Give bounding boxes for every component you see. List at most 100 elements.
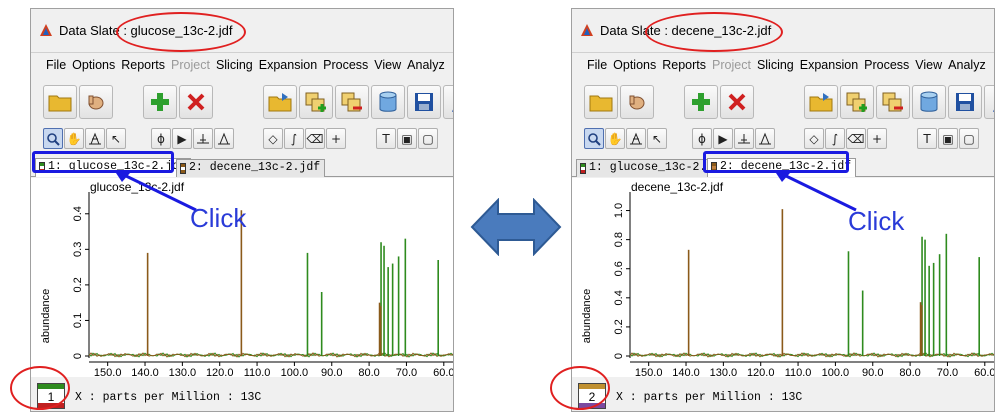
overlay-remove-icon: [882, 92, 903, 112]
menu-project: Project: [712, 58, 751, 72]
person-button[interactable]: [984, 85, 994, 119]
menu-expansion[interactable]: Expansion: [797, 53, 861, 77]
y-axis-label: abundance: [40, 289, 52, 343]
layout-icon: ▢: [963, 131, 975, 146]
integral-tool-button[interactable]: ∫: [284, 128, 304, 149]
delete-button[interactable]: [179, 85, 213, 119]
pointer-tool-button[interactable]: ↖: [647, 128, 667, 149]
save-button[interactable]: [407, 85, 441, 119]
add-button[interactable]: [684, 85, 718, 119]
hand-button[interactable]: [79, 85, 113, 119]
integral-peak-tool-button[interactable]: [755, 128, 775, 149]
menu-project: Project: [171, 58, 210, 72]
menu-reports[interactable]: Reports: [659, 53, 709, 77]
phase-tool-button[interactable]: ϕ: [692, 128, 712, 149]
cylinder-icon: [379, 91, 397, 112]
eraser-icon: ⌫: [847, 131, 865, 146]
x-axis-unit-label: X : parts per Million : 13C: [616, 391, 803, 404]
menu-file[interactable]: File: [584, 53, 610, 77]
integral-peak-tool-button[interactable]: [214, 128, 234, 149]
layout-tool-button[interactable]: ▢: [959, 128, 979, 149]
main-toolbar: [572, 79, 994, 123]
open-file-icon: [268, 93, 292, 112]
person-icon: [993, 109, 994, 112]
pan-tool-button[interactable]: ✋: [605, 128, 625, 149]
pointer-tool-button[interactable]: ↖: [106, 128, 126, 149]
diamond-tool-button[interactable]: ◇: [804, 128, 824, 149]
zoom-tool-button[interactable]: [584, 128, 604, 149]
phase-tool-button[interactable]: ϕ: [151, 128, 171, 149]
layout-icon: ▢: [422, 131, 434, 146]
eraser-tool-button[interactable]: ⌫: [846, 128, 866, 149]
menu-view[interactable]: View: [371, 53, 404, 77]
menu-process[interactable]: Process: [861, 53, 912, 77]
baseline-tool-button[interactable]: [193, 128, 213, 149]
eraser-tool-button[interactable]: ⌫: [305, 128, 325, 149]
title-bar: Data Slate : decene_13c-2.jdf: [572, 9, 994, 53]
zoom-icon: [47, 132, 60, 146]
baseline-tool-button[interactable]: [734, 128, 754, 149]
open-file-button[interactable]: [804, 85, 838, 119]
person-button[interactable]: [443, 85, 453, 119]
delete-icon: [187, 93, 205, 111]
diamond-tool-button[interactable]: ◇: [263, 128, 283, 149]
title-highlight-ellipse: [116, 12, 246, 52]
slot-highlight-ellipse: [10, 366, 70, 410]
peak-pick-tool-button[interactable]: [85, 128, 105, 149]
crosshair-tool-button[interactable]: +: [326, 128, 346, 149]
cylinder-button[interactable]: [371, 85, 405, 119]
open-file-button[interactable]: [263, 85, 297, 119]
menu-analyze[interactable]: Analyz: [945, 53, 989, 77]
add-button[interactable]: [143, 85, 177, 119]
add-icon: [151, 93, 169, 111]
text-tool-button[interactable]: T: [917, 128, 937, 149]
delete-button[interactable]: [720, 85, 754, 119]
crosshair-tool-button[interactable]: +: [867, 128, 887, 149]
menu-options[interactable]: Options: [610, 53, 659, 77]
menu-expansion[interactable]: Expansion: [256, 53, 320, 77]
overlay-add-button[interactable]: [840, 85, 874, 119]
pan-tool-button[interactable]: ✋: [64, 128, 84, 149]
frame-icon: ▣: [942, 131, 954, 146]
text-icon: T: [923, 131, 931, 146]
zoom-icon: [588, 132, 601, 146]
menu-reports[interactable]: Reports: [118, 53, 168, 77]
menu-analyze[interactable]: Analyz: [404, 53, 448, 77]
menu-process[interactable]: Process: [320, 53, 371, 77]
cursor-tool-button[interactable]: ▶: [713, 128, 733, 149]
cylinder-button[interactable]: [912, 85, 946, 119]
overlay-remove-button[interactable]: [876, 85, 910, 119]
overlay-remove-button[interactable]: [335, 85, 369, 119]
integral-icon: ∫: [290, 131, 298, 146]
peak-pick-icon: [630, 132, 642, 144]
menu-slicing[interactable]: Slicing: [754, 53, 797, 77]
text-icon: T: [382, 131, 390, 146]
layout-tool-button[interactable]: ▢: [418, 128, 438, 149]
open-folder-icon: [589, 95, 613, 112]
menu-slicing[interactable]: Slicing: [213, 53, 256, 77]
save-button[interactable]: [948, 85, 982, 119]
cylinder-icon: [920, 91, 938, 112]
cursor-tool-button[interactable]: ▶: [172, 128, 192, 149]
menu-bar: File Options Reports Project Slicing Expansio…: [572, 53, 994, 77]
frame-tool-button[interactable]: ▣: [397, 128, 417, 149]
frame-icon: ▣: [401, 131, 413, 146]
text-tool-button[interactable]: T: [376, 128, 396, 149]
y-tick-label: 0.1: [72, 313, 84, 328]
cursor-icon: ▶: [177, 131, 187, 146]
baseline-icon: [197, 133, 209, 143]
open-folder-button[interactable]: [43, 85, 77, 119]
hand-icon: [88, 95, 104, 110]
menu-file[interactable]: File: [43, 53, 69, 77]
click-annotation: Click: [190, 203, 247, 233]
integral-tool-button[interactable]: ∫: [825, 128, 845, 149]
diamond-icon: ◇: [809, 131, 819, 146]
zoom-tool-button[interactable]: [43, 128, 63, 149]
menu-options[interactable]: Options: [69, 53, 118, 77]
frame-tool-button[interactable]: ▣: [938, 128, 958, 149]
menu-view[interactable]: View: [912, 53, 945, 77]
overlay-add-button[interactable]: [299, 85, 333, 119]
peak-pick-tool-button[interactable]: [626, 128, 646, 149]
hand-button[interactable]: [620, 85, 654, 119]
open-folder-button[interactable]: [584, 85, 618, 119]
